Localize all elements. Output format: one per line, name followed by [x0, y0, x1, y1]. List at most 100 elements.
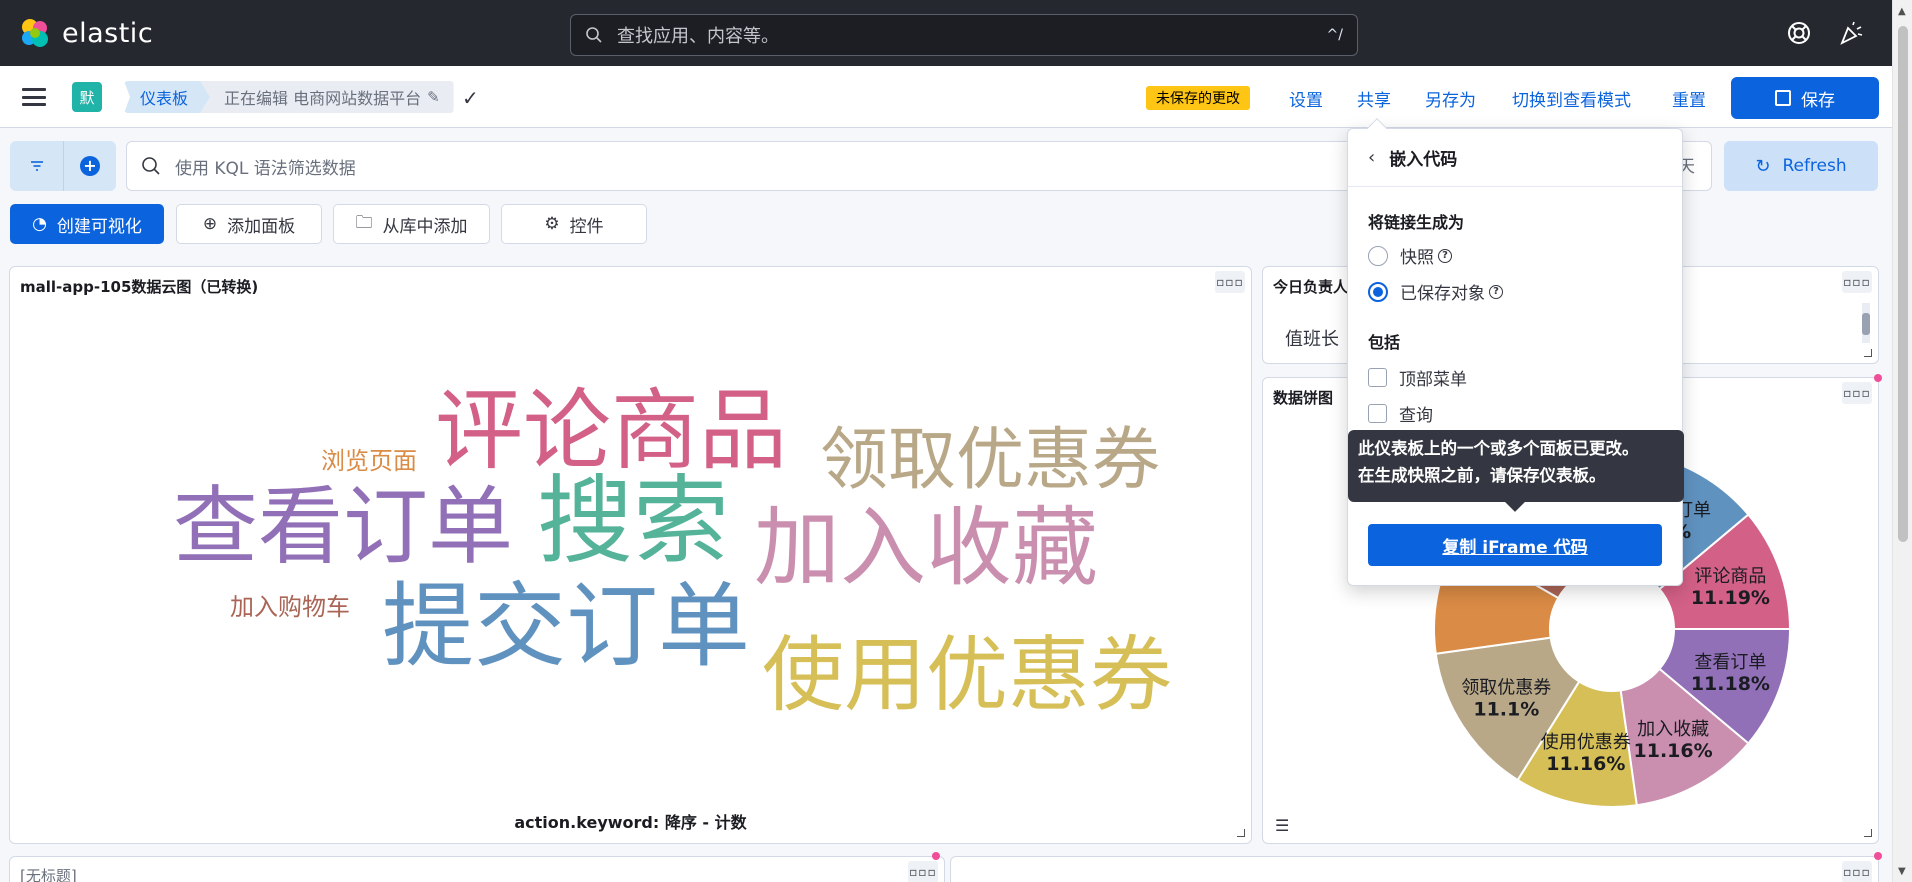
- untitled-panel: [无标题] ▫▫▫: [9, 856, 945, 882]
- share-link[interactable]: 共享: [1357, 86, 1391, 111]
- search-placeholder: 查找应用、内容等。: [617, 26, 779, 47]
- elastic-logo[interactable]: elastic: [18, 16, 153, 50]
- notification-dot: [1874, 852, 1882, 860]
- pie-slice-label: 评论商品: [1694, 566, 1766, 587]
- query-checkbox[interactable]: 查询: [1368, 401, 1433, 426]
- snapshot-radio[interactable]: 快照 ?: [1368, 243, 1452, 268]
- legend-toggle-icon[interactable]: ☰: [1275, 816, 1289, 835]
- controls-sliders-icon: ⚙: [544, 214, 560, 234]
- back-chevron-icon[interactable]: ‹: [1368, 147, 1375, 168]
- panel-options-icon[interactable]: ▫▫▫: [908, 861, 938, 882]
- add-panel-label: 添加面板: [227, 216, 296, 237]
- checkbox-unchecked[interactable]: [1368, 404, 1387, 423]
- page-scrollbar[interactable]: ▲ ▼: [1892, 0, 1912, 882]
- copy-iframe-code-button[interactable]: 复制 iFrame 代码: [1368, 524, 1662, 566]
- pie-slice-label: 查看订单: [1694, 652, 1766, 673]
- panel-options-icon[interactable]: ▫▫▫: [1215, 271, 1245, 293]
- pie-slice-label: 领取优惠券: [1461, 678, 1551, 699]
- refresh-icon: ↻: [1755, 155, 1771, 177]
- help-lifebuoy-icon[interactable]: [1786, 20, 1812, 46]
- resize-handle[interactable]: [1864, 829, 1872, 837]
- notification-dot: [932, 852, 940, 860]
- visualize-icon: ◔: [32, 214, 47, 234]
- generate-as-label: 将链接生成为: [1368, 213, 1465, 232]
- save-as-link[interactable]: 另存为: [1425, 86, 1476, 111]
- space-avatar[interactable]: 默: [72, 82, 102, 112]
- checkbox-unchecked[interactable]: [1368, 368, 1387, 387]
- panel-title: mall-app-105数据云图（已转换): [20, 278, 259, 296]
- radio-checked[interactable]: [1368, 281, 1388, 302]
- include-label: 包括: [1368, 333, 1401, 352]
- resize-handle[interactable]: [1864, 349, 1872, 357]
- controls-label: 控件: [569, 216, 604, 237]
- share-embed-popover: ‹ 嵌入代码 将链接生成为 快照 ? 已保存对象 ? 包括 顶部菜单 查询 复制…: [1347, 118, 1683, 586]
- breadcrumb-current-label: 正在编辑 电商网站数据平台: [224, 89, 422, 108]
- panel-scrollbar[interactable]: [1862, 303, 1870, 343]
- breadcrumb-current[interactable]: 正在编辑 电商网站数据平台 ✎: [200, 81, 454, 113]
- cloud-word[interactable]: 搜索: [537, 473, 729, 569]
- elastic-logo-icon: [22, 19, 48, 47]
- panel-options-icon[interactable]: ▫▫▫: [1842, 271, 1872, 293]
- pencil-icon: ✎: [427, 88, 440, 106]
- save-disk-icon: [1775, 90, 1791, 106]
- cloud-word[interactable]: 领取优惠券: [820, 427, 1160, 495]
- help-question-icon[interactable]: ?: [1438, 248, 1452, 263]
- pie-slice-value: 11.16%: [1634, 740, 1713, 762]
- create-visualization-button[interactable]: ◔ 创建可视化: [10, 204, 164, 244]
- radio-unchecked[interactable]: [1368, 245, 1388, 266]
- plus-circle-icon: ⊕: [202, 214, 218, 234]
- save-button[interactable]: 保存: [1731, 77, 1879, 119]
- add-panel-button[interactable]: ⊕ 添加面板: [176, 204, 322, 244]
- panel-options-icon[interactable]: ▫▫▫: [1842, 861, 1872, 882]
- help-question-icon[interactable]: ?: [1489, 284, 1503, 299]
- scroll-up-icon[interactable]: ▲: [1898, 6, 1906, 17]
- add-from-library-button[interactable]: 🗀 从库中添加: [333, 204, 490, 244]
- snapshot-label: 快照: [1400, 248, 1434, 268]
- query-label: 查询: [1399, 406, 1433, 426]
- global-search-input[interactable]: 查找应用、内容等。 ^/: [570, 14, 1358, 56]
- cloud-word[interactable]: 加入收藏: [754, 505, 1098, 591]
- search-shortcut: ^/: [1326, 27, 1343, 43]
- controls-button[interactable]: ⚙ 控件: [501, 204, 647, 244]
- bottom-right-panel: ▫▫▫: [950, 856, 1879, 882]
- filter-controls: +: [10, 141, 116, 191]
- reset-link[interactable]: 重置: [1672, 86, 1706, 111]
- cloud-word[interactable]: 查看订单: [173, 485, 513, 570]
- dashboard-header: 默 仪表板 正在编辑 电商网站数据平台 ✎ ✓ 未保存的更改 设置 共享 另存为…: [0, 66, 1892, 128]
- refresh-button[interactable]: ↻ Refresh: [1724, 141, 1878, 191]
- top-menu-label: 顶部菜单: [1399, 370, 1467, 390]
- top-nav-bar: elastic 查找应用、内容等。 ^/: [0, 0, 1892, 66]
- top-menu-checkbox[interactable]: 顶部菜单: [1368, 365, 1467, 390]
- check-icon[interactable]: ✓: [462, 86, 479, 110]
- popover-header: ‹ 嵌入代码: [1348, 129, 1682, 187]
- unsaved-changes-badge: 未保存的更改: [1146, 86, 1250, 110]
- saved-object-radio[interactable]: 已保存对象 ?: [1368, 279, 1503, 304]
- create-visualization-label: 创建可视化: [56, 216, 142, 237]
- settings-link[interactable]: 设置: [1289, 86, 1323, 111]
- cloud-word[interactable]: 使用优惠券: [762, 635, 1172, 717]
- scrollbar-thumb[interactable]: [1898, 26, 1908, 542]
- pie-slice-value: 11.1%: [1473, 699, 1539, 721]
- pie-slice-label: 使用优惠券: [1541, 732, 1631, 753]
- cloud-word[interactable]: 提交订单: [382, 581, 750, 673]
- menu-toggle-icon[interactable]: [22, 88, 46, 106]
- resize-handle[interactable]: [1237, 829, 1245, 837]
- cloud-word[interactable]: 加入购物车: [230, 595, 350, 619]
- cloud-word[interactable]: 评论商品: [435, 387, 787, 475]
- search-icon: [142, 157, 160, 175]
- kql-placeholder: 使用 KQL 语法筛选数据: [175, 158, 356, 179]
- switch-view-mode-link[interactable]: 切换到查看模式: [1512, 86, 1631, 111]
- refresh-label: Refresh: [1782, 156, 1847, 176]
- breadcrumb-dashboards[interactable]: 仪表板: [124, 81, 212, 113]
- panel-title: 今日负责人: [1273, 278, 1349, 296]
- filter-menu-icon[interactable]: [10, 141, 63, 191]
- news-feed-party-icon[interactable]: [1838, 20, 1864, 46]
- add-filter-button[interactable]: +: [63, 141, 116, 191]
- scroll-down-icon[interactable]: ▼: [1898, 866, 1906, 877]
- plus-icon: +: [80, 156, 100, 176]
- cloud-word[interactable]: 浏览页面: [321, 449, 417, 473]
- save-button-label: 保存: [1801, 90, 1835, 111]
- panel-title: [无标题]: [20, 867, 77, 882]
- search-icon: [586, 27, 602, 43]
- pie-slice-value: 11.16%: [1546, 753, 1625, 775]
